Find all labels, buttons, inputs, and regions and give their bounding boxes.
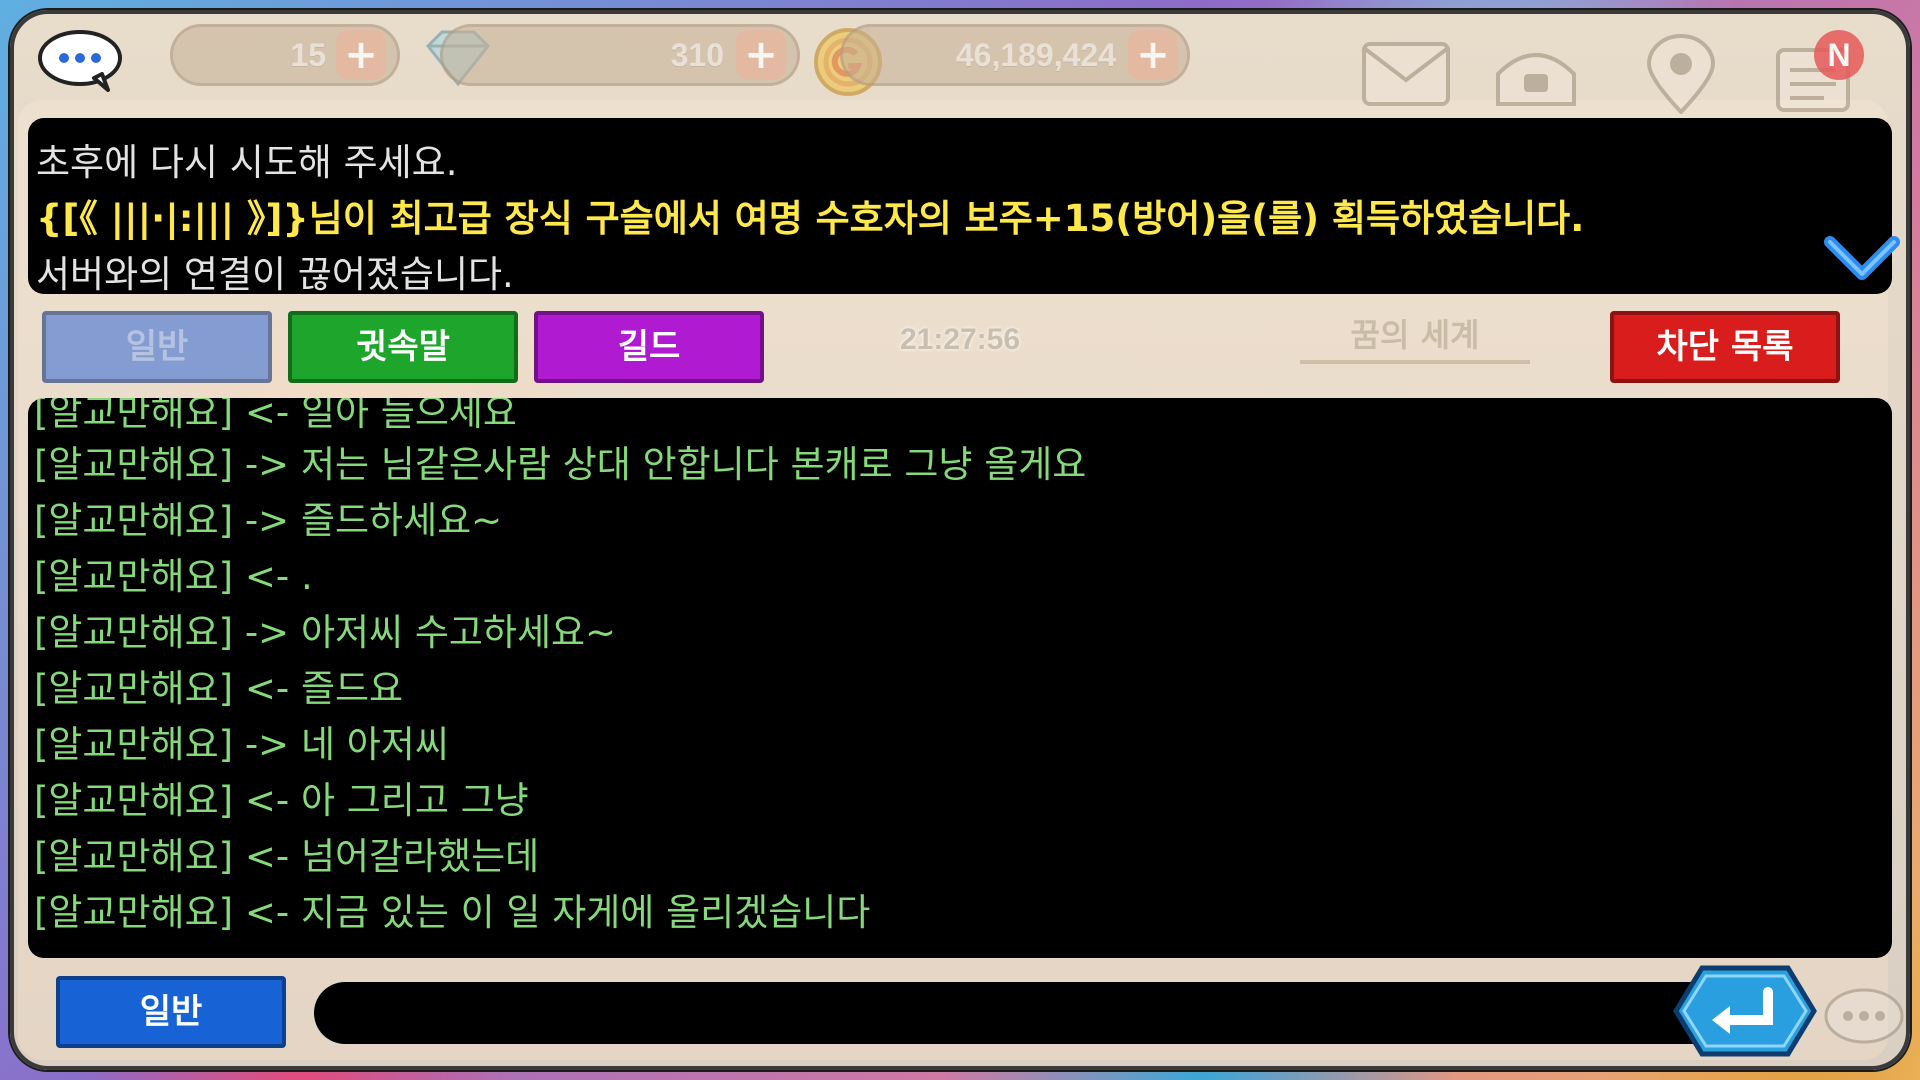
chat-message: [알교만해요] <- 넘어갈라했는데 xyxy=(34,835,540,878)
gold-plus-button[interactable]: + xyxy=(1128,30,1178,80)
chat-message: [알교만해요] <- 일아 들으세요 xyxy=(34,398,517,434)
gold-value: 46,189,424 xyxy=(955,37,1116,73)
location-pin-icon[interactable] xyxy=(1635,34,1727,114)
house-icon[interactable] xyxy=(1490,34,1582,114)
chat-message: [알교만해요] -> 저는 님같은사람 상대 안합니다 본캐로 그냥 올게요 xyxy=(34,443,1087,486)
chat-message: [알교만해요] <- 아 그리고 그냥 xyxy=(34,779,529,822)
chat-message: [알교만해요] <- 지금 있는 이 일 자게에 올리겠습니다 xyxy=(34,891,871,934)
chat-message: [알교만해요] -> 네 아저씨 xyxy=(34,723,449,766)
resource-1-plus-button[interactable]: + xyxy=(336,30,386,80)
chevron-down-icon[interactable] xyxy=(1822,228,1902,288)
chat-bubble-icon[interactable] xyxy=(36,28,124,92)
tab-guild[interactable]: 길드 xyxy=(534,311,764,383)
chat-mode-button[interactable]: 일반 xyxy=(56,976,286,1048)
chat-message: [알교만해요] <- 즐드요 xyxy=(34,667,404,710)
chat-log[interactable]: [알교만해요] <- 일아 들으세요 [알교만해요] -> 저는 님같은사람 상… xyxy=(28,398,1892,958)
timestamp: 21:27:56 xyxy=(899,323,1021,356)
chat-message: [알교만해요] <- . xyxy=(34,555,313,598)
gem-plus-button[interactable]: + xyxy=(736,30,786,80)
send-enter-icon[interactable] xyxy=(1672,964,1818,1058)
resource-1-value: 15 xyxy=(290,37,326,73)
world-label: 꿈의 세계 xyxy=(1300,310,1530,364)
chat-message: [알교만해요] -> 즐드하세요~ xyxy=(34,499,503,542)
mail-icon[interactable] xyxy=(1360,34,1452,114)
block-list-button[interactable]: 차단 목록 xyxy=(1610,311,1840,383)
chat-message: [알교만해요] -> 아저씨 수고하세요~ xyxy=(34,611,617,654)
tab-whisper[interactable]: 귓속말 xyxy=(288,311,518,383)
system-message: 초후에 다시 시도해 주세요. xyxy=(36,141,458,184)
new-notification-badge: N xyxy=(1814,30,1864,80)
system-message-panel: 초후에 다시 시도해 주세요. {[《 |||·|:||| 》]}님이 최고급 … xyxy=(28,118,1900,296)
more-options-icon[interactable] xyxy=(1822,986,1906,1046)
chat-input[interactable] xyxy=(314,982,1784,1044)
tab-general[interactable]: 일반 xyxy=(42,311,272,383)
system-message: 서버와의 연결이 끊어졌습니다. xyxy=(36,253,514,296)
gem-value: 310 xyxy=(670,37,724,73)
resource-bar: 15 + 310 + 46,189,424 + N xyxy=(0,0,1920,114)
system-message: {[《 |||·|:||| 》]}님이 최고급 장식 구슬에서 여명 수호자의 … xyxy=(36,197,1585,240)
